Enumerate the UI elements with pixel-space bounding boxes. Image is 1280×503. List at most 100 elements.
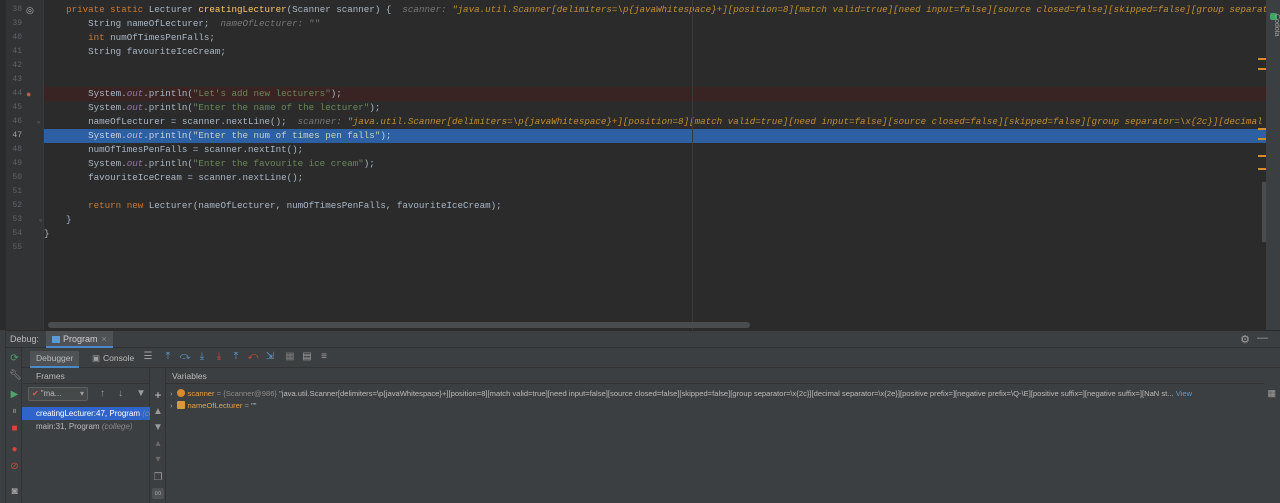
step-over-icon[interactable]: ⤼ — [179, 351, 191, 362]
run-to-cursor-icon[interactable]: ⇲ — [264, 351, 276, 362]
infinity-icon[interactable]: ∞ — [152, 488, 164, 499]
line-number[interactable]: 39 — [6, 17, 22, 31]
variable-row[interactable]: › scanner = {Scanner@986} "java.util.Scan… — [166, 388, 1280, 400]
variable-row[interactable]: › nameOfLecturer = "" — [166, 400, 1280, 412]
line-number[interactable]: 41 — [6, 45, 22, 59]
code-token: System. — [44, 158, 127, 169]
move-down-icon[interactable]: ▼ — [152, 422, 164, 433]
show-execution-point-icon[interactable]: ⤒ — [162, 351, 174, 362]
line-number[interactable]: 53 — [6, 213, 22, 227]
resume-icon[interactable]: ▶ — [9, 389, 20, 400]
force-step-into-icon[interactable]: ⤓ — [213, 351, 225, 362]
code-line[interactable] — [44, 73, 1266, 87]
line-number[interactable]: 43 — [6, 73, 22, 87]
line-number[interactable]: 38 — [6, 3, 22, 17]
breakpoint-icon[interactable]: ● — [26, 87, 31, 101]
code-line[interactable]: System.out.println("Enter the favourite … — [44, 157, 1266, 171]
line-number[interactable]: 48 — [6, 143, 22, 157]
code-line[interactable]: } — [44, 227, 1266, 241]
evaluate-expression-icon[interactable]: ▦ — [284, 351, 296, 362]
code-line[interactable]: private static Lecturer creatingLecturer… — [44, 3, 1266, 17]
code-line[interactable] — [44, 59, 1266, 73]
line-gutter[interactable]: 38 39 40 41 42 43 44 45 46 47 48 49 50 51 52 53 54 55 ◎ ● ◦ ◦ — [6, 0, 44, 330]
code-line[interactable] — [44, 241, 1266, 255]
mute-breakpoints-icon[interactable]: ⊘ — [9, 461, 20, 472]
code-token: ); — [363, 158, 375, 169]
line-number[interactable]: 45 — [6, 101, 22, 115]
code-token: System. — [44, 130, 127, 141]
line-number[interactable]: 55 — [6, 241, 22, 255]
code-line[interactable]: nameOfLecturer = scanner.nextLine(); sca… — [44, 115, 1266, 129]
rerun-icon[interactable]: ⟳ — [9, 353, 20, 364]
expand-icon[interactable]: ▾ — [152, 454, 164, 465]
execution-point-line[interactable]: System.out.println("Enter the num of tim… — [44, 129, 1266, 143]
warning-marker[interactable] — [1258, 168, 1266, 170]
filter-icon[interactable]: ▼ — [136, 388, 146, 399]
line-number[interactable]: 42 — [6, 59, 22, 73]
up-arrow-icon[interactable]: ↑ — [100, 388, 105, 399]
fold-marker-icon[interactable]: ◦ — [37, 115, 40, 129]
expand-arrow-icon[interactable]: › — [170, 401, 173, 410]
layout-icon[interactable]: ▦ — [1267, 388, 1276, 399]
code-line[interactable]: System.out.println("Enter the name of th… — [44, 101, 1266, 115]
code-line[interactable]: System.out.println("Let's add new lectur… — [44, 87, 1266, 101]
code-line[interactable]: return new Lecturer(nameOfLecturer, numO… — [44, 199, 1266, 213]
thread-selector[interactable]: ✔ "ma... ▾ — [28, 387, 88, 401]
code-line[interactable]: int numOfTimesPenFalls; — [44, 31, 1266, 45]
pause-icon[interactable]: ⏸︎ — [9, 406, 20, 417]
view-breakpoints-icon[interactable]: ● — [9, 444, 20, 455]
code-line[interactable]: String nameOfLecturer; nameOfLecturer: "… — [44, 17, 1266, 31]
line-number[interactable]: 52 — [6, 199, 22, 213]
line-number[interactable]: 49 — [6, 157, 22, 171]
override-marker-icon[interactable]: ◎ — [26, 3, 34, 17]
minimize-icon[interactable]: — — [1257, 332, 1268, 344]
codota-tab[interactable]: Codota — [1266, 14, 1280, 37]
move-up-icon[interactable]: ▲ — [152, 406, 164, 417]
code-line[interactable]: } — [44, 213, 1266, 227]
warning-marker[interactable] — [1258, 128, 1266, 130]
code-editor[interactable]: 38 39 40 41 42 43 44 45 46 47 48 49 50 51 52 53 54 55 ◎ ● ◦ ◦… — [0, 0, 1280, 330]
table-icon[interactable]: ▤ — [301, 351, 313, 362]
line-number[interactable]: 51 — [6, 185, 22, 199]
warning-marker[interactable] — [1258, 138, 1266, 140]
code-token: .println( — [143, 130, 193, 141]
gear-icon[interactable]: ⚙ — [1240, 333, 1250, 346]
line-number[interactable]: 47 — [6, 129, 22, 143]
line-number[interactable]: 46 — [6, 115, 22, 129]
camera-icon[interactable]: ◙ — [9, 486, 20, 497]
close-icon[interactable]: × — [102, 334, 107, 344]
step-into-icon[interactable]: ⤓ — [196, 351, 208, 362]
code-line[interactable]: String favouriteIceCream; — [44, 45, 1266, 59]
view-link[interactable]: View — [1176, 389, 1192, 398]
fold-marker-icon[interactable]: ◦ — [39, 213, 42, 227]
horizontal-scrollbar-thumb[interactable] — [48, 322, 750, 328]
code-line[interactable]: favouriteIceCream = scanner.nextLine(); — [44, 171, 1266, 185]
code-line[interactable] — [44, 185, 1266, 199]
step-out-icon[interactable]: ⤒ — [230, 351, 242, 362]
frame-item[interactable]: main:31, Program (college) — [22, 420, 150, 433]
collapse-icon[interactable]: ▴ — [152, 438, 164, 449]
warning-marker[interactable] — [1258, 58, 1266, 60]
line-number[interactable]: 50 — [6, 171, 22, 185]
list-icon[interactable]: ≡ — [318, 351, 330, 362]
session-tab-program[interactable]: Program × — [46, 331, 113, 348]
code-line[interactable]: numOfTimesPenFalls = scanner.nextInt(); — [44, 143, 1266, 157]
stop-icon[interactable]: ■ — [9, 423, 20, 434]
drop-frame-icon[interactable]: ⤺ — [247, 351, 259, 362]
frame-item[interactable]: creatingLecturer:47, Program (college) — [22, 407, 150, 420]
warning-marker[interactable] — [1258, 68, 1266, 70]
line-number[interactable]: 54 — [6, 227, 22, 241]
line-number[interactable]: 44 — [6, 87, 22, 101]
menu-icon[interactable]: ☰ — [142, 351, 154, 362]
add-watch-icon[interactable]: + — [152, 388, 164, 402]
expand-arrow-icon[interactable]: › — [170, 389, 173, 398]
copy-icon[interactable]: ❐ — [152, 472, 164, 483]
vertical-scrollbar-thumb[interactable] — [1262, 182, 1266, 242]
code-area[interactable]: private static Lecturer creatingLecturer… — [44, 0, 1266, 330]
wrench-icon[interactable]: 🔧︎ — [9, 370, 22, 381]
warning-marker[interactable] — [1258, 155, 1266, 157]
line-number[interactable]: 40 — [6, 31, 22, 45]
down-arrow-icon[interactable]: ↓ — [118, 388, 123, 399]
tab-console[interactable]: ▣ Console — [86, 351, 140, 368]
tab-debugger[interactable]: Debugger — [30, 351, 80, 368]
